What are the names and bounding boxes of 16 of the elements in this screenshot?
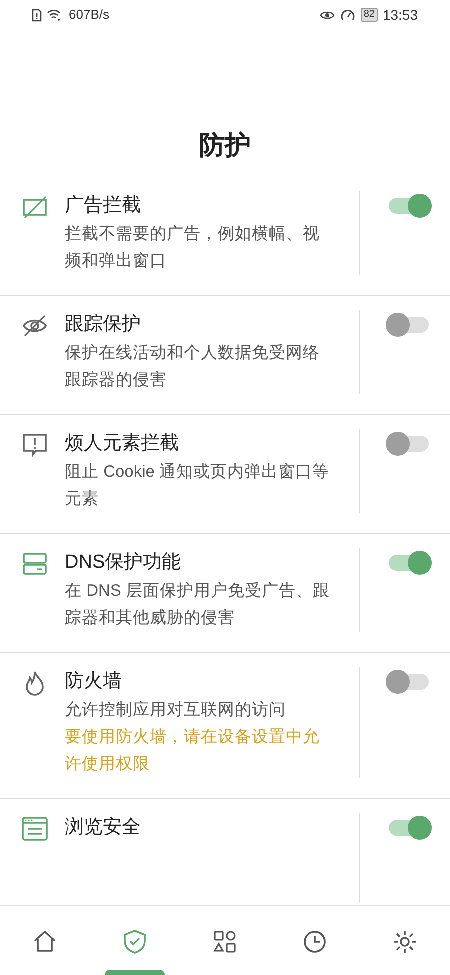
clock-time: 13:53 — [382, 6, 418, 24]
feature-title: 广告拦截 — [65, 194, 142, 218]
feature-title: 跟踪保护 — [65, 313, 142, 337]
permission-warning: 要使用防火墙，请在设备设置中允许使用权限 — [65, 727, 321, 775]
battery-level: 82 — [360, 8, 378, 22]
page-title: 防护 — [198, 129, 252, 162]
feature-description: 阻止 Cookie 通知或页内弹出窗口等元素 — [65, 462, 331, 510]
feature-title: DNS保护功能 — [65, 551, 182, 575]
feature-title: 烦人元素拦截 — [65, 432, 180, 456]
feature-description: 保护在线活动和个人数据免受网络跟踪器的侵害 — [65, 343, 321, 391]
feature-description: 拦截不需要的广告，例如横幅、视频和弹出窗口 — [65, 224, 321, 272]
network-speed: 607B/s — [69, 6, 110, 24]
feature-description: 允许控制应用对互联网的访问 — [65, 700, 287, 721]
feature-title: 浏览安全 — [65, 816, 142, 840]
feature-description: 在 DNS 层面保护用户免受广告、跟踪器和其他威胁的侵害 — [65, 581, 332, 629]
feature-title: 防火墙 — [65, 670, 123, 694]
